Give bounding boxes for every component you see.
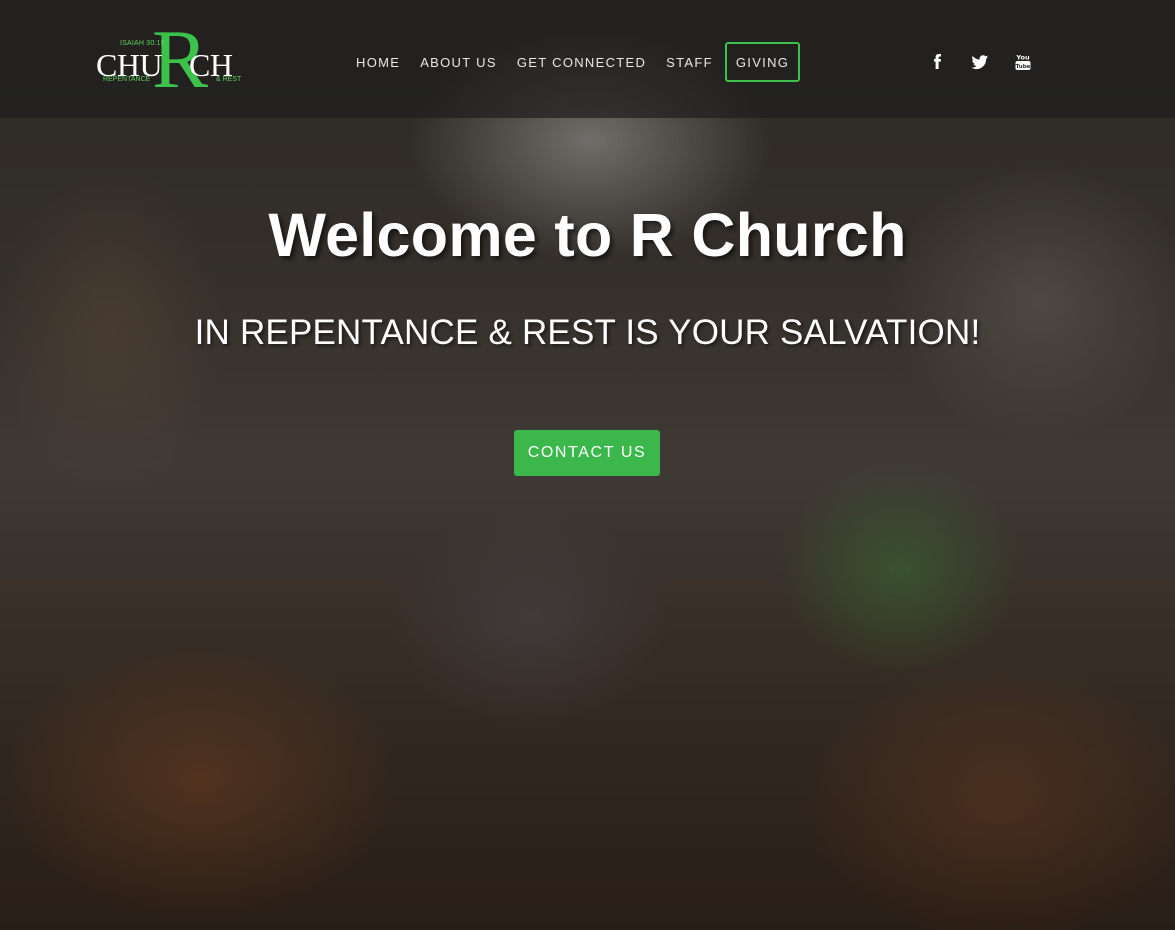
svg-text:Tube: Tube	[1016, 64, 1031, 70]
facebook-icon[interactable]	[928, 52, 948, 72]
church-logo[interactable]: R ISAIAH 30:15 CHU CH REPENTANCE & REST	[96, 18, 250, 102]
main-nav: HOME ABOUT US GET CONNECTED STAFF GIVING	[356, 42, 801, 82]
logo-tagline-left: REPENTANCE	[103, 76, 151, 83]
nav-staff[interactable]: STAFF	[666, 55, 713, 70]
logo-verse: ISAIAH 30:15	[120, 40, 165, 47]
logo-tagline-right: & REST	[216, 76, 242, 83]
hero-title: Welcome to R Church	[268, 201, 907, 269]
youtube-icon[interactable]: Tube You	[1013, 52, 1033, 72]
nav-get-connected[interactable]: GET CONNECTED	[517, 55, 646, 70]
svg-text:You: You	[1015, 54, 1030, 62]
twitter-icon[interactable]	[970, 52, 990, 72]
contact-us-button[interactable]: CONTACT US	[514, 430, 660, 476]
nav-home[interactable]: HOME	[356, 55, 400, 70]
site-header: R ISAIAH 30:15 CHU CH REPENTANCE & REST …	[0, 0, 1175, 118]
hero-subtitle: IN REPENTANCE & REST IS YOUR SALVATION!	[194, 313, 981, 352]
nav-about-us[interactable]: ABOUT US	[420, 55, 497, 70]
nav-giving-button[interactable]: GIVING	[724, 42, 801, 82]
